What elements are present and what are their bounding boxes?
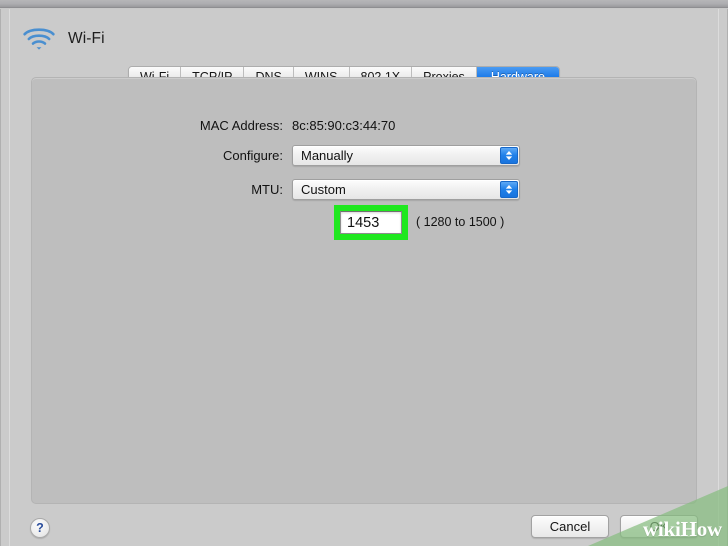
service-name: Wi-Fi xyxy=(68,30,105,47)
mtu-row: MTU: Custom xyxy=(182,179,520,200)
mtu-select[interactable]: Custom xyxy=(292,179,520,200)
mac-address-label: MAC Address: xyxy=(199,118,283,133)
mtu-label: MTU: xyxy=(251,182,283,197)
mac-address-row: MAC Address: 8c:85:90:c3:44:70 xyxy=(182,118,395,133)
mac-address-value: 8c:85:90:c3:44:70 xyxy=(292,118,396,133)
network-preferences-window: Wi-Fi Wi-Fi TCP/IP DNS WINS 802.1X Proxi… xyxy=(0,0,728,546)
configure-label: Configure: xyxy=(223,148,283,163)
help-button[interactable]: ? xyxy=(30,518,50,538)
ok-button[interactable]: OK xyxy=(620,515,698,538)
mtu-selected-value: Custom xyxy=(301,182,346,197)
mtu-value-input[interactable]: 1453 xyxy=(340,211,402,234)
window-right-edge xyxy=(718,9,719,546)
cancel-button[interactable]: Cancel xyxy=(531,515,609,538)
service-header: Wi-Fi xyxy=(22,26,105,52)
configure-selected-value: Manually xyxy=(301,148,354,163)
window-titlebar xyxy=(0,0,728,8)
chevron-updown-icon[interactable] xyxy=(500,147,518,164)
chevron-updown-icon[interactable] xyxy=(500,181,518,198)
hardware-settings-panel xyxy=(31,77,697,504)
configure-select[interactable]: Manually xyxy=(292,145,520,166)
mtu-range-hint: ( 1280 to 1500 ) xyxy=(416,215,505,229)
window-left-edge xyxy=(9,9,10,546)
configure-row: Configure: Manually xyxy=(182,145,520,166)
wifi-icon xyxy=(22,26,56,52)
